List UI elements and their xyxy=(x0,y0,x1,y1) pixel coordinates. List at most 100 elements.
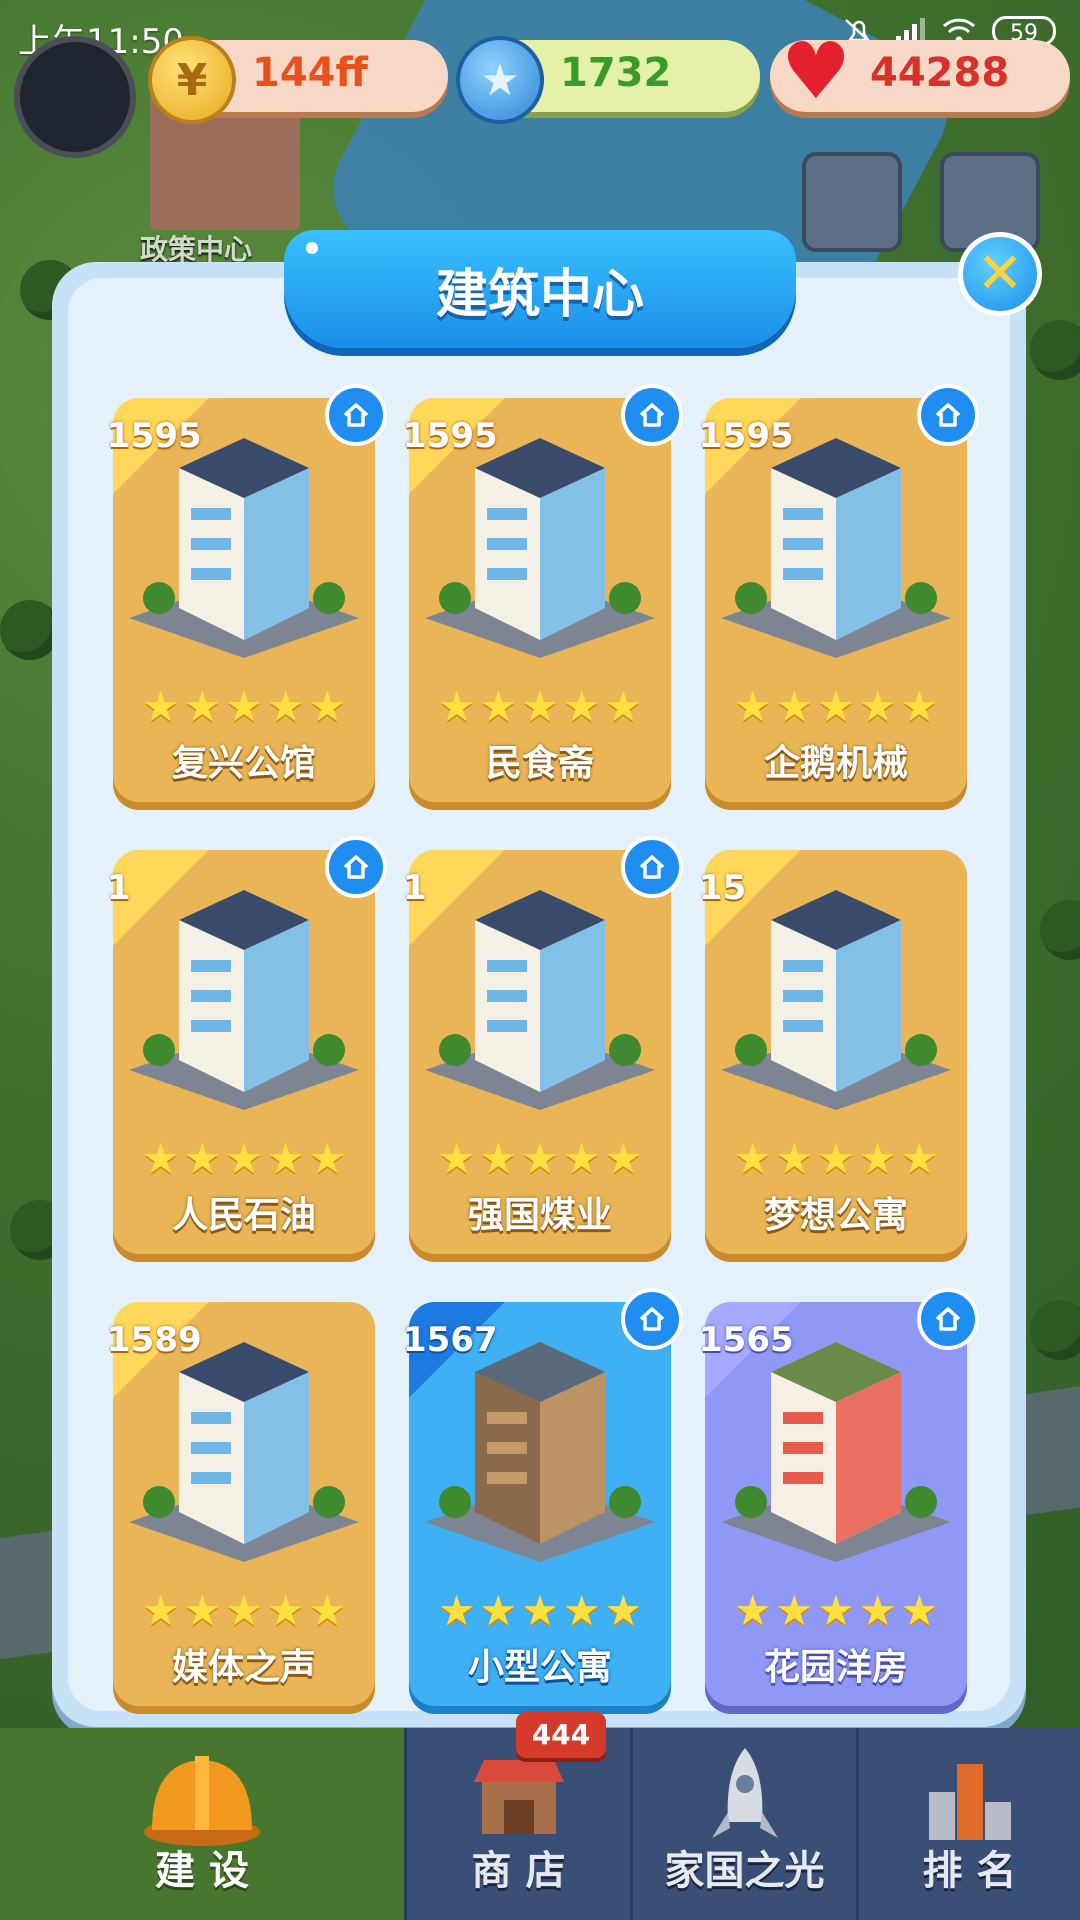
heart-icon: ♥ xyxy=(781,27,851,117)
star-icon: ★ xyxy=(479,682,518,731)
star-icon: ★ xyxy=(308,1586,347,1635)
nav-ranking[interactable]: 排 名 xyxy=(856,1728,1080,1920)
nav-shop-label: 商 店 xyxy=(471,1848,566,1894)
star-icon: ★ xyxy=(225,682,263,731)
building-name: 强国煤业 xyxy=(467,1195,612,1236)
star-icon: ★ xyxy=(266,1134,305,1183)
star-icon: ★ xyxy=(521,682,559,731)
star-icon: ★ xyxy=(479,1586,518,1635)
close-icon: ✕ xyxy=(976,241,1024,306)
home-button[interactable] xyxy=(621,384,683,446)
star-icon: ★ xyxy=(604,1586,643,1635)
star-icon: ★ xyxy=(141,682,180,731)
home-icon xyxy=(343,403,369,427)
home-icon xyxy=(343,855,369,879)
star-icon: ★ xyxy=(479,1134,518,1183)
home-button[interactable] xyxy=(325,384,387,446)
nav-ranking-label: 排 名 xyxy=(922,1848,1017,1894)
building-name: 媒体之声 xyxy=(171,1647,316,1688)
star-icon: ★ xyxy=(266,1586,305,1635)
player-avatar[interactable] xyxy=(14,36,136,158)
nav-build-label: 建 设 xyxy=(155,1848,249,1894)
star-icon: ★ xyxy=(900,682,939,731)
star-rating: ★ ★ ★ ★ ★ xyxy=(113,1138,375,1180)
coin-resource[interactable]: ¥ 144ff xyxy=(148,36,448,124)
home-button[interactable] xyxy=(325,836,387,898)
building-card[interactable]: 1567 ★ ★ ★ ★ ★ 小型公寓 xyxy=(403,1288,683,1706)
building-card[interactable]: 1 ★ ★ ★ ★ ★ 强国煤业 xyxy=(403,836,683,1254)
tree xyxy=(0,600,60,660)
star-icon: ★ xyxy=(183,682,222,731)
star-rating: ★ ★ ★ ★ ★ xyxy=(409,1590,671,1632)
building-name: 小型公寓 xyxy=(467,1647,612,1688)
star-icon: ★ xyxy=(521,1134,559,1183)
star-icon: ★ xyxy=(562,1586,601,1635)
star-icon: ★ xyxy=(900,1586,939,1635)
building-card[interactable]: 15 ★ ★ ★ ★ ★ 梦想公寓 xyxy=(699,850,967,1254)
ranking-icon xyxy=(928,1764,1011,1840)
star-icon: ★ xyxy=(183,1134,222,1183)
star-icon: ★ xyxy=(308,682,347,731)
star-icon: ★ xyxy=(437,682,476,731)
star-icon: ★ xyxy=(308,1134,347,1183)
star-coin-icon: ★ xyxy=(456,36,544,124)
modal-title: 建筑中心 xyxy=(435,265,644,325)
side-building-button-1[interactable] xyxy=(802,152,902,252)
building-card[interactable]: 1595 ★ ★ ★ ★ ★ 企鹅机械 xyxy=(699,384,979,802)
building-name: 企鹅机械 xyxy=(763,743,908,784)
star-icon: ★ xyxy=(521,1586,559,1635)
home-button[interactable] xyxy=(917,384,979,446)
building-card[interactable]: 1595 ★ ★ ★ ★ ★ 复兴公馆 xyxy=(107,384,387,802)
star-icon: ★ xyxy=(775,1134,814,1183)
star-icon: ★ xyxy=(141,1586,180,1635)
star-icon: ★ xyxy=(733,1134,772,1183)
star-rating: ★ ★ ★ ★ ★ xyxy=(409,686,671,728)
star-icon: ★ xyxy=(604,682,643,731)
nav-build[interactable]: 建 设 xyxy=(0,1728,404,1920)
star-icon: ★ xyxy=(775,682,814,731)
star-icon: ★ xyxy=(562,1134,601,1183)
building-name: 民食斋 xyxy=(485,743,594,784)
star-icon: ★ xyxy=(817,1134,855,1183)
nav-home-light-label: 家国之光 xyxy=(664,1848,825,1894)
home-button[interactable] xyxy=(621,1288,683,1350)
rocket-icon xyxy=(711,1748,778,1838)
close-button[interactable]: ✕ xyxy=(958,232,1042,316)
star-icon: ★ xyxy=(604,1134,643,1183)
star-icon: ★ xyxy=(225,1134,263,1183)
star-icon: ★ xyxy=(733,682,772,731)
heart-value: 44288 xyxy=(870,50,1010,96)
building-card[interactable]: 1595 ★ ★ ★ ★ ★ 民食斋 xyxy=(403,384,683,802)
star-icon: ★ xyxy=(858,1134,897,1183)
nav-home-light[interactable]: 家国之光 xyxy=(630,1728,856,1920)
building-card[interactable]: 1 ★ ★ ★ ★ ★ 人民石油 xyxy=(107,836,387,1254)
star-icon: ★ xyxy=(858,682,897,731)
home-icon xyxy=(639,403,665,427)
star-rating: ★ ★ ★ ★ ★ xyxy=(705,1138,967,1180)
building-name: 梦想公寓 xyxy=(763,1195,908,1236)
star-icon: ★ xyxy=(266,682,305,731)
star-rating: ★ ★ ★ ★ ★ xyxy=(705,686,967,728)
star-icon: ★ xyxy=(817,682,855,731)
star-value: 1732 xyxy=(560,50,672,96)
star-resource[interactable]: ★ 1732 xyxy=(456,36,760,124)
star-icon: ★ xyxy=(225,1586,263,1635)
home-icon xyxy=(639,1307,665,1331)
modal-title-banner: 建筑中心 xyxy=(284,230,796,348)
star-icon: ★ xyxy=(858,1586,897,1635)
star-icon: ★ xyxy=(562,682,601,731)
home-icon xyxy=(935,403,961,427)
building-card[interactable]: 1589 ★ ★ ★ ★ ★ 媒体之声 xyxy=(107,1302,375,1706)
building-card[interactable]: 1565 ★ ★ ★ ★ ★ 花园洋房 xyxy=(699,1288,979,1706)
star-rating: ★ ★ ★ ★ ★ xyxy=(409,1138,671,1180)
home-icon xyxy=(935,1307,961,1331)
star-icon: ★ xyxy=(141,1134,180,1183)
building-illustration xyxy=(129,1342,359,1562)
coin-icon: ¥ xyxy=(148,36,236,124)
star-rating: ★ ★ ★ ★ ★ xyxy=(113,1590,375,1632)
home-button[interactable] xyxy=(917,1288,979,1350)
home-button[interactable] xyxy=(621,836,683,898)
star-icon: ★ xyxy=(775,1586,814,1635)
star-rating: ★ ★ ★ ★ ★ xyxy=(705,1590,967,1632)
heart-resource[interactable]: ♥ 44288 xyxy=(770,27,1070,117)
